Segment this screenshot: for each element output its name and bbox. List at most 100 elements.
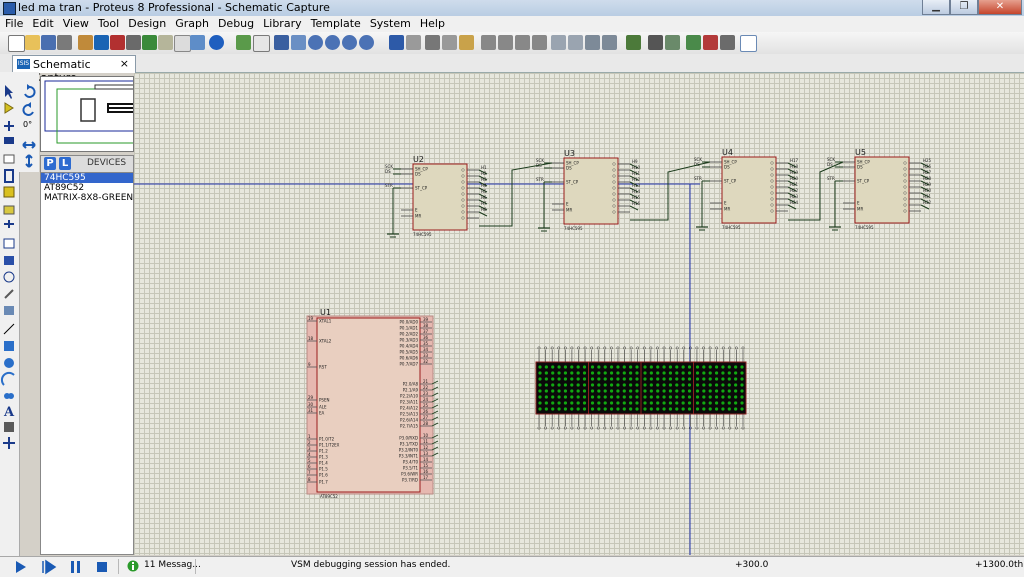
maximize-icon[interactable]: ❐ (950, 0, 978, 15)
help-icon[interactable] (209, 35, 224, 50)
device-pins-icon[interactable] (4, 220, 14, 228)
step-icon[interactable] (42, 559, 57, 575)
selection-mode-icon[interactable] (5, 85, 13, 99)
paste-icon[interactable] (459, 35, 474, 50)
menu-template[interactable]: Template (306, 16, 365, 32)
mirror-vertical-icon[interactable] (25, 154, 33, 168)
menu-debug[interactable]: Debug (213, 16, 258, 32)
menu-edit[interactable]: Edit (27, 16, 57, 32)
design-explorer-icon[interactable] (158, 35, 173, 50)
netlist-icon[interactable] (740, 35, 757, 52)
minimize-icon[interactable]: ▁ (922, 0, 950, 15)
devices-title: DEVICES (87, 158, 127, 168)
gerber-icon[interactable] (142, 35, 157, 50)
led-dot (582, 401, 587, 405)
make-device-icon[interactable] (568, 35, 583, 50)
list-item[interactable]: MATRIX-8X8-GREEN (41, 193, 133, 203)
schematic-canvas[interactable]: U2 74HC595 SH_CP DS ST_CP E MR SCK DS STR H1 H2 H3 H4… (134, 73, 1024, 555)
rotate-anticlockwise-icon[interactable] (22, 102, 34, 116)
cut-icon[interactable] (425, 35, 440, 50)
menu-tool[interactable]: Tool (93, 16, 123, 32)
remove-sheet-icon[interactable] (703, 35, 718, 50)
zoom-in-icon[interactable] (308, 35, 323, 50)
undo-icon[interactable] (389, 35, 404, 50)
text-2d-icon[interactable]: A (3, 405, 15, 420)
pause-icon[interactable] (71, 561, 80, 573)
pin-number: 34 (423, 347, 429, 352)
bill-of-materials-icon[interactable] (174, 35, 191, 52)
menu-file[interactable]: File (0, 16, 27, 32)
block-delete-icon[interactable] (532, 35, 547, 50)
library-manager-button[interactable]: L (59, 157, 71, 170)
list-item[interactable]: AT89C52 (41, 183, 133, 193)
mirror-horizontal-icon[interactable] (22, 141, 36, 149)
search-tag-icon[interactable] (648, 35, 663, 50)
list-item[interactable]: 74HC595 (41, 173, 133, 183)
symbol-2d-icon[interactable] (4, 422, 14, 432)
origin-icon[interactable] (274, 35, 289, 50)
menu-library[interactable]: Library (258, 16, 305, 32)
pick-device-icon[interactable] (551, 35, 566, 50)
junction-dot-icon[interactable] (4, 121, 14, 131)
instruments-icon[interactable] (4, 306, 14, 315)
block-rotate-icon[interactable] (515, 35, 530, 50)
generator-icon[interactable] (3, 271, 15, 283)
wire-label-icon[interactable] (4, 137, 14, 144)
pick-devices-button[interactable]: P (44, 157, 56, 170)
sub-circuit-icon[interactable] (3, 186, 15, 198)
path-2d-icon[interactable] (4, 393, 14, 399)
new-sheet-icon[interactable] (686, 35, 701, 50)
rotate-clockwise-icon[interactable] (24, 84, 36, 98)
block-copy-icon[interactable] (481, 35, 496, 50)
tab-schematic-capture[interactable]: ISIS Schematic Capture × (12, 55, 136, 84)
close-window-icon[interactable]: ✕ (978, 0, 1022, 15)
3d-viewer-icon[interactable] (126, 35, 141, 50)
play-icon[interactable] (16, 561, 26, 573)
terminals-icon[interactable] (3, 205, 15, 215)
messages-count[interactable]: 11 Messag... (144, 560, 201, 570)
redo-icon[interactable] (406, 35, 421, 50)
packaging-tool-icon[interactable] (585, 35, 600, 50)
text-script-icon[interactable] (3, 154, 15, 164)
menu-help[interactable]: Help (415, 16, 449, 32)
zoom-out-icon[interactable] (325, 35, 340, 50)
box-2d-icon[interactable] (4, 341, 14, 351)
marker-2d-icon[interactable] (3, 437, 15, 449)
copy-icon[interactable] (442, 35, 457, 50)
new-file-icon[interactable] (8, 35, 25, 52)
pin-label: XTAL2 (319, 339, 332, 344)
menu-view[interactable]: View (58, 16, 93, 32)
buses-icon[interactable] (4, 169, 14, 183)
source-code-icon[interactable] (190, 35, 205, 50)
stop-icon[interactable] (97, 562, 107, 572)
block-move-icon[interactable] (498, 35, 513, 50)
pan-icon[interactable] (291, 35, 306, 50)
schematic-capture-icon[interactable] (94, 35, 109, 50)
zoom-area-icon[interactable] (359, 35, 374, 50)
decompose-icon[interactable] (602, 35, 617, 50)
matrix-top-pin-end (583, 346, 587, 350)
component-mode-icon[interactable] (4, 102, 14, 114)
close-tab-icon[interactable]: × (120, 57, 129, 70)
wire-autorouter-icon[interactable] (626, 35, 641, 50)
overview-window[interactable] (40, 76, 134, 152)
home-icon[interactable] (78, 35, 93, 50)
save-icon[interactable] (41, 35, 56, 50)
menu-design[interactable]: Design (123, 16, 170, 32)
menu-system[interactable]: System (365, 16, 415, 32)
graph-mode-icon[interactable] (3, 238, 15, 249)
open-folder-icon[interactable] (25, 35, 40, 50)
zoom-all-icon[interactable] (342, 35, 357, 50)
arc-2d-icon[interactable] (0, 371, 15, 386)
tape-recorder-icon[interactable] (4, 256, 14, 265)
import-icon[interactable] (57, 35, 72, 50)
grid-toggle-icon[interactable] (253, 35, 270, 52)
probe-icon[interactable] (4, 289, 14, 299)
pcb-layout-icon[interactable] (110, 35, 125, 50)
refresh-icon[interactable] (236, 35, 251, 50)
exit-to-parent-icon[interactable] (720, 35, 735, 50)
circle-2d-icon[interactable] (4, 358, 14, 368)
menu-graph[interactable]: Graph (170, 16, 213, 32)
line-2d-icon[interactable] (3, 323, 15, 335)
property-assignment-icon[interactable] (665, 35, 680, 50)
